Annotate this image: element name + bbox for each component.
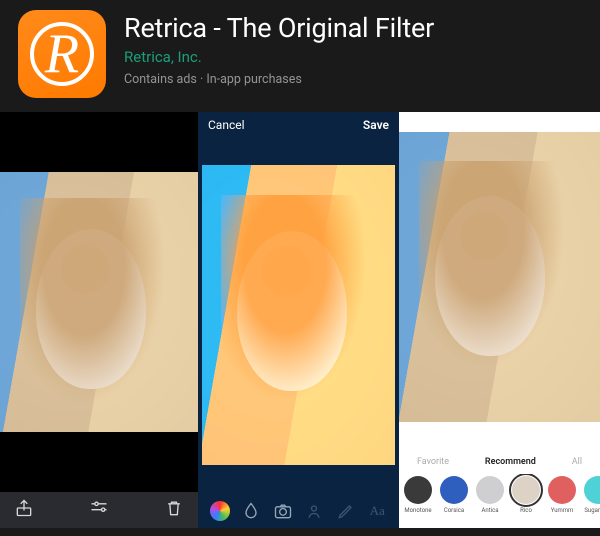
viewer-toolbar	[0, 492, 198, 528]
photo-preview	[0, 172, 198, 432]
filter-label: Antica	[481, 507, 498, 514]
sliders-icon[interactable]	[89, 498, 109, 522]
share-icon[interactable]	[14, 498, 34, 522]
filter-swatch[interactable]	[548, 476, 576, 504]
app-icon-glyph: R	[30, 22, 94, 86]
photo-preview-3	[399, 132, 600, 422]
tab-recommend[interactable]: Recommend	[485, 457, 536, 467]
camera-icon[interactable]	[273, 501, 293, 521]
filter-label: Corsica	[444, 507, 464, 514]
filter-item-rico[interactable]: Rico	[511, 476, 541, 528]
screenshot-3[interactable]: Favorite Recommend All Monotone Corsica An…	[399, 112, 600, 528]
app-title: Retrica - The Original Filter	[124, 12, 434, 44]
filter-swatch[interactable]	[584, 476, 600, 504]
cancel-button[interactable]: Cancel	[208, 118, 245, 132]
photo-preview-filtered	[202, 165, 395, 465]
filter-label: Monotone	[404, 507, 431, 514]
filter-label: Sugarrush	[584, 507, 600, 514]
header-text-block: Retrica - The Original Filter Retrica, I…	[124, 10, 434, 98]
filter-item-corsica[interactable]: Corsica	[439, 476, 469, 528]
photo-viewer	[0, 112, 198, 492]
filter-label: Yummm	[551, 507, 574, 514]
tab-favorite[interactable]: Favorite	[417, 457, 449, 467]
person-icon[interactable]	[304, 501, 324, 521]
filter-item-antica[interactable]: Antica	[475, 476, 505, 528]
filter-topbar	[399, 112, 600, 132]
filter-item-sugarrush[interactable]: Sugarrush	[583, 476, 600, 528]
developer-link[interactable]: Retrica, Inc.	[124, 48, 434, 66]
filter-swatch[interactable]	[404, 476, 432, 504]
app-meta: Contains ads · In-app purchases	[124, 72, 434, 87]
palette-icon[interactable]	[210, 501, 230, 521]
pencil-icon[interactable]	[336, 501, 356, 521]
editor-canvas	[198, 136, 399, 494]
app-icon: R	[18, 10, 106, 98]
tab-all[interactable]: All	[572, 457, 582, 467]
editor-toolbar: Aa	[198, 494, 399, 528]
screenshots-row: Cancel Save Aa Favorite Recommend All Mo…	[0, 112, 600, 528]
screenshot-1[interactable]	[0, 112, 198, 528]
app-header: R Retrica - The Original Filter Retrica,…	[0, 0, 600, 112]
drop-icon[interactable]	[241, 501, 261, 521]
filter-swatch[interactable]	[476, 476, 504, 504]
filter-label: Rico	[520, 507, 532, 514]
filter-item-monotone[interactable]: Monotone	[403, 476, 433, 528]
filter-tabs: Favorite Recommend All	[399, 450, 600, 474]
filter-swatch[interactable]	[512, 476, 540, 504]
editor-topbar: Cancel Save	[198, 112, 399, 136]
save-button[interactable]: Save	[363, 118, 389, 132]
filter-canvas	[399, 132, 600, 450]
screenshot-2[interactable]: Cancel Save Aa	[198, 112, 399, 528]
filter-item-yummm[interactable]: Yummm	[547, 476, 577, 528]
trash-icon[interactable]	[164, 498, 184, 522]
filter-swatch[interactable]	[440, 476, 468, 504]
text-icon[interactable]: Aa	[367, 501, 387, 521]
filter-strip[interactable]: Monotone Corsica Antica Rico Yummm Sugarrush	[399, 474, 600, 528]
